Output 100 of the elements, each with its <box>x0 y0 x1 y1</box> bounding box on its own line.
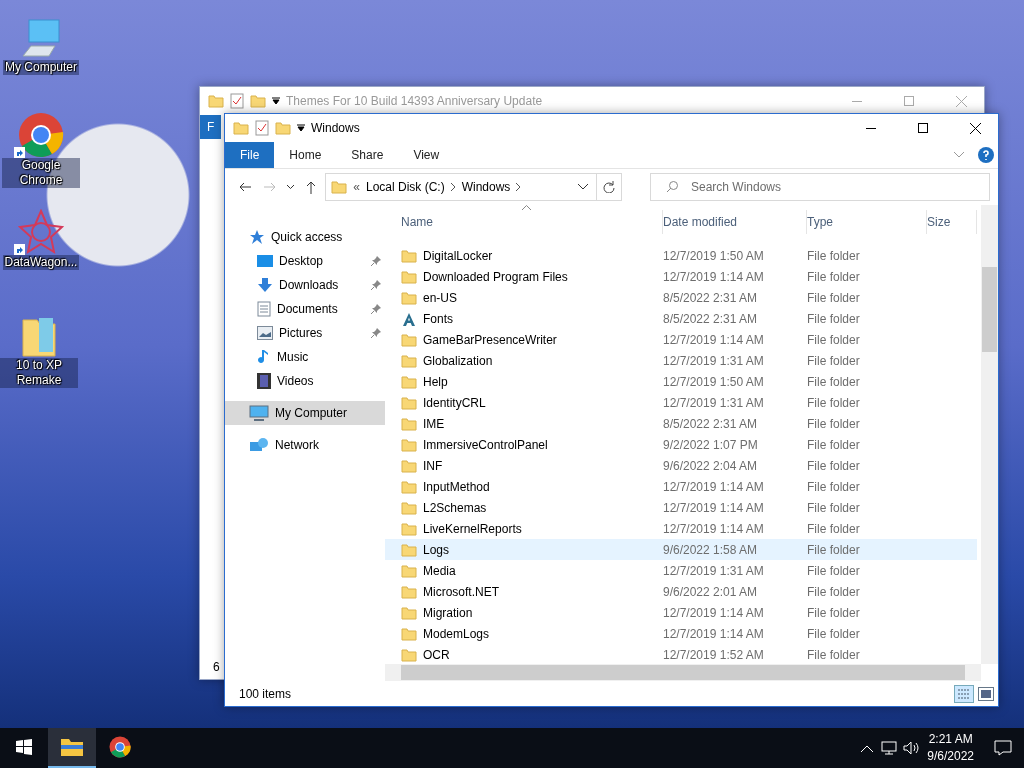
file-type: File folder <box>807 479 861 494</box>
dropdown-icon[interactable] <box>297 124 305 132</box>
file-row[interactable]: L2Schemas 12/7/2019 1:14 AM File folder <box>385 497 977 518</box>
refresh-button[interactable] <box>595 173 622 201</box>
file-row[interactable]: INF 9/6/2022 2:04 AM File folder <box>385 455 977 476</box>
nav-item[interactable]: My Computer <box>225 401 385 425</box>
file-row[interactable]: IdentityCRL 12/7/2019 1:31 AM File folder <box>385 392 977 413</box>
pin-icon[interactable] <box>371 256 381 266</box>
pin-icon[interactable] <box>371 280 381 290</box>
overflow-crumb[interactable]: « <box>353 180 360 194</box>
document-icon <box>257 301 271 317</box>
date-modified: 12/7/2019 1:14 AM <box>663 500 765 515</box>
file-name: DigitalLocker <box>423 248 493 263</box>
file-row[interactable]: LiveKernelReports 12/7/2019 1:14 AM File folder <box>385 518 977 539</box>
vertical-scrollbar[interactable] <box>981 205 998 664</box>
folder-icon <box>401 646 417 663</box>
ribbon-tab[interactable]: Home <box>274 142 337 168</box>
large-icons-view-icon[interactable] <box>978 686 994 701</box>
file-row[interactable]: Logs 9/6/2022 1:58 AM File folder <box>385 539 977 560</box>
chevron-right-icon[interactable] <box>516 183 522 191</box>
file-type: File folder <box>807 395 861 410</box>
file-type: File folder <box>807 563 861 578</box>
back-arrow-icon <box>239 182 252 192</box>
ribbon-tab[interactable]: Share <box>336 142 399 168</box>
date-modified: 12/7/2019 1:14 AM <box>663 521 765 536</box>
checklist-icon[interactable] <box>230 93 244 109</box>
chevron-up-icon[interactable] <box>861 744 874 752</box>
file-row[interactable]: InputMethod 12/7/2019 1:14 AM File folder <box>385 476 977 497</box>
folder-icon <box>401 499 417 516</box>
nav-item[interactable]: Network <box>225 433 385 457</box>
column-header[interactable]: Size <box>927 210 977 234</box>
windows-logo-icon <box>16 739 32 755</box>
nav-item[interactable]: Pictures <box>225 321 385 345</box>
pin-icon[interactable] <box>371 304 381 314</box>
computer-icon <box>21 18 61 60</box>
taskbar-app[interactable] <box>48 728 96 768</box>
file-row[interactable]: GameBarPresenceWriter 12/7/2019 1:14 AM File folder <box>385 329 977 350</box>
checklist-icon[interactable] <box>255 120 269 136</box>
file-row[interactable]: Downloaded Program Files 12/7/2019 1:14 AM File folder <box>385 266 977 287</box>
file-row[interactable]: Microsoft.NET 9/6/2022 2:01 AM File folder <box>385 581 977 602</box>
nav-item[interactable]: Documents <box>225 297 385 321</box>
date-modified: 12/7/2019 1:50 AM <box>663 248 765 263</box>
ribbon-tab[interactable]: View <box>398 142 455 168</box>
breadcrumb[interactable]: Windows <box>461 180 511 194</box>
status-text: 100 items <box>239 686 293 701</box>
file-name: Migration <box>423 605 473 620</box>
date-modified: 12/7/2019 1:52 AM <box>663 647 765 662</box>
file-name: L2Schemas <box>423 500 487 515</box>
file-type: File folder <box>807 311 861 326</box>
date-modified: 12/7/2019 1:14 AM <box>663 626 765 641</box>
column-header[interactable]: Type <box>807 210 927 234</box>
search-field[interactable]: Search Windows <box>650 173 990 201</box>
window-title: Windows <box>311 121 361 135</box>
search-icon <box>666 181 678 193</box>
chevron-right-icon[interactable] <box>450 183 456 191</box>
help-icon[interactable] <box>978 147 994 163</box>
notifications-icon[interactable] <box>994 740 1012 756</box>
file-row[interactable]: IME 8/5/2022 2:31 AM File folder <box>385 413 977 434</box>
ribbon-tab[interactable]: F <box>200 115 222 139</box>
file-row[interactable]: Media 12/7/2019 1:31 AM File folder <box>385 560 977 581</box>
clock[interactable]: 2:21 AM 9/6/2022 <box>927 731 974 765</box>
file-row[interactable]: ImmersiveControlPanel 9/2/2022 1:07 PM File folder <box>385 434 977 455</box>
file-row[interactable]: en-US 8/5/2022 2:31 AM File folder <box>385 287 977 308</box>
nav-item[interactable]: Desktop <box>225 249 385 273</box>
breadcrumb[interactable]: Local Disk (C:) <box>365 180 445 194</box>
nav-item[interactable]: Quick access <box>225 225 385 249</box>
file-type: File folder <box>807 353 861 368</box>
network-icon[interactable] <box>881 741 898 755</box>
nav-item[interactable]: Downloads <box>225 273 385 297</box>
nav-item[interactable]: Videos <box>225 369 385 393</box>
pin-icon[interactable] <box>371 328 381 338</box>
address-bar[interactable]: « Local Disk (C:) Windows <box>325 173 597 201</box>
file-row[interactable]: DigitalLocker 12/7/2019 1:50 AM File folder <box>385 245 977 266</box>
ribbon-tab[interactable]: File <box>225 142 275 168</box>
file-row[interactable]: ModemLogs 12/7/2019 1:14 AM File folder <box>385 623 977 644</box>
file-row[interactable]: Help 12/7/2019 1:50 AM File folder <box>385 371 977 392</box>
file-type: File folder <box>807 521 861 536</box>
window-title: Themes For 10 Build 14393 Anniversary Update <box>286 94 544 108</box>
file-row[interactable]: Fonts 8/5/2022 2:31 AM File folder <box>385 308 977 329</box>
network-icon <box>249 437 269 453</box>
file-name: IME <box>423 416 445 431</box>
horizontal-scrollbar[interactable] <box>385 664 981 681</box>
folder-icon <box>401 541 417 558</box>
date-modified: 12/7/2019 1:14 AM <box>663 269 765 284</box>
minimize-icon <box>852 100 862 102</box>
column-header[interactable]: Name <box>401 210 663 234</box>
folder-icon <box>401 352 417 369</box>
chevron-down-icon[interactable] <box>577 184 588 190</box>
file-row[interactable]: OCR 12/7/2019 1:52 AM File folder <box>385 644 977 665</box>
date-modified: 12/7/2019 1:31 AM <box>663 395 765 410</box>
nav-item[interactable]: Music <box>225 345 385 369</box>
file-type: File folder <box>807 542 861 557</box>
dropdown-icon[interactable] <box>272 97 280 105</box>
speaker-icon[interactable] <box>903 741 920 755</box>
details-view-icon[interactable] <box>954 684 974 703</box>
file-row[interactable]: Globalization 12/7/2019 1:31 AM File folder <box>385 350 977 371</box>
column-header[interactable]: Date modified <box>663 210 807 234</box>
file-row[interactable]: Migration 12/7/2019 1:14 AM File folder <box>385 602 977 623</box>
chrome-logo-icon <box>18 112 64 158</box>
maximize-icon <box>904 96 914 106</box>
